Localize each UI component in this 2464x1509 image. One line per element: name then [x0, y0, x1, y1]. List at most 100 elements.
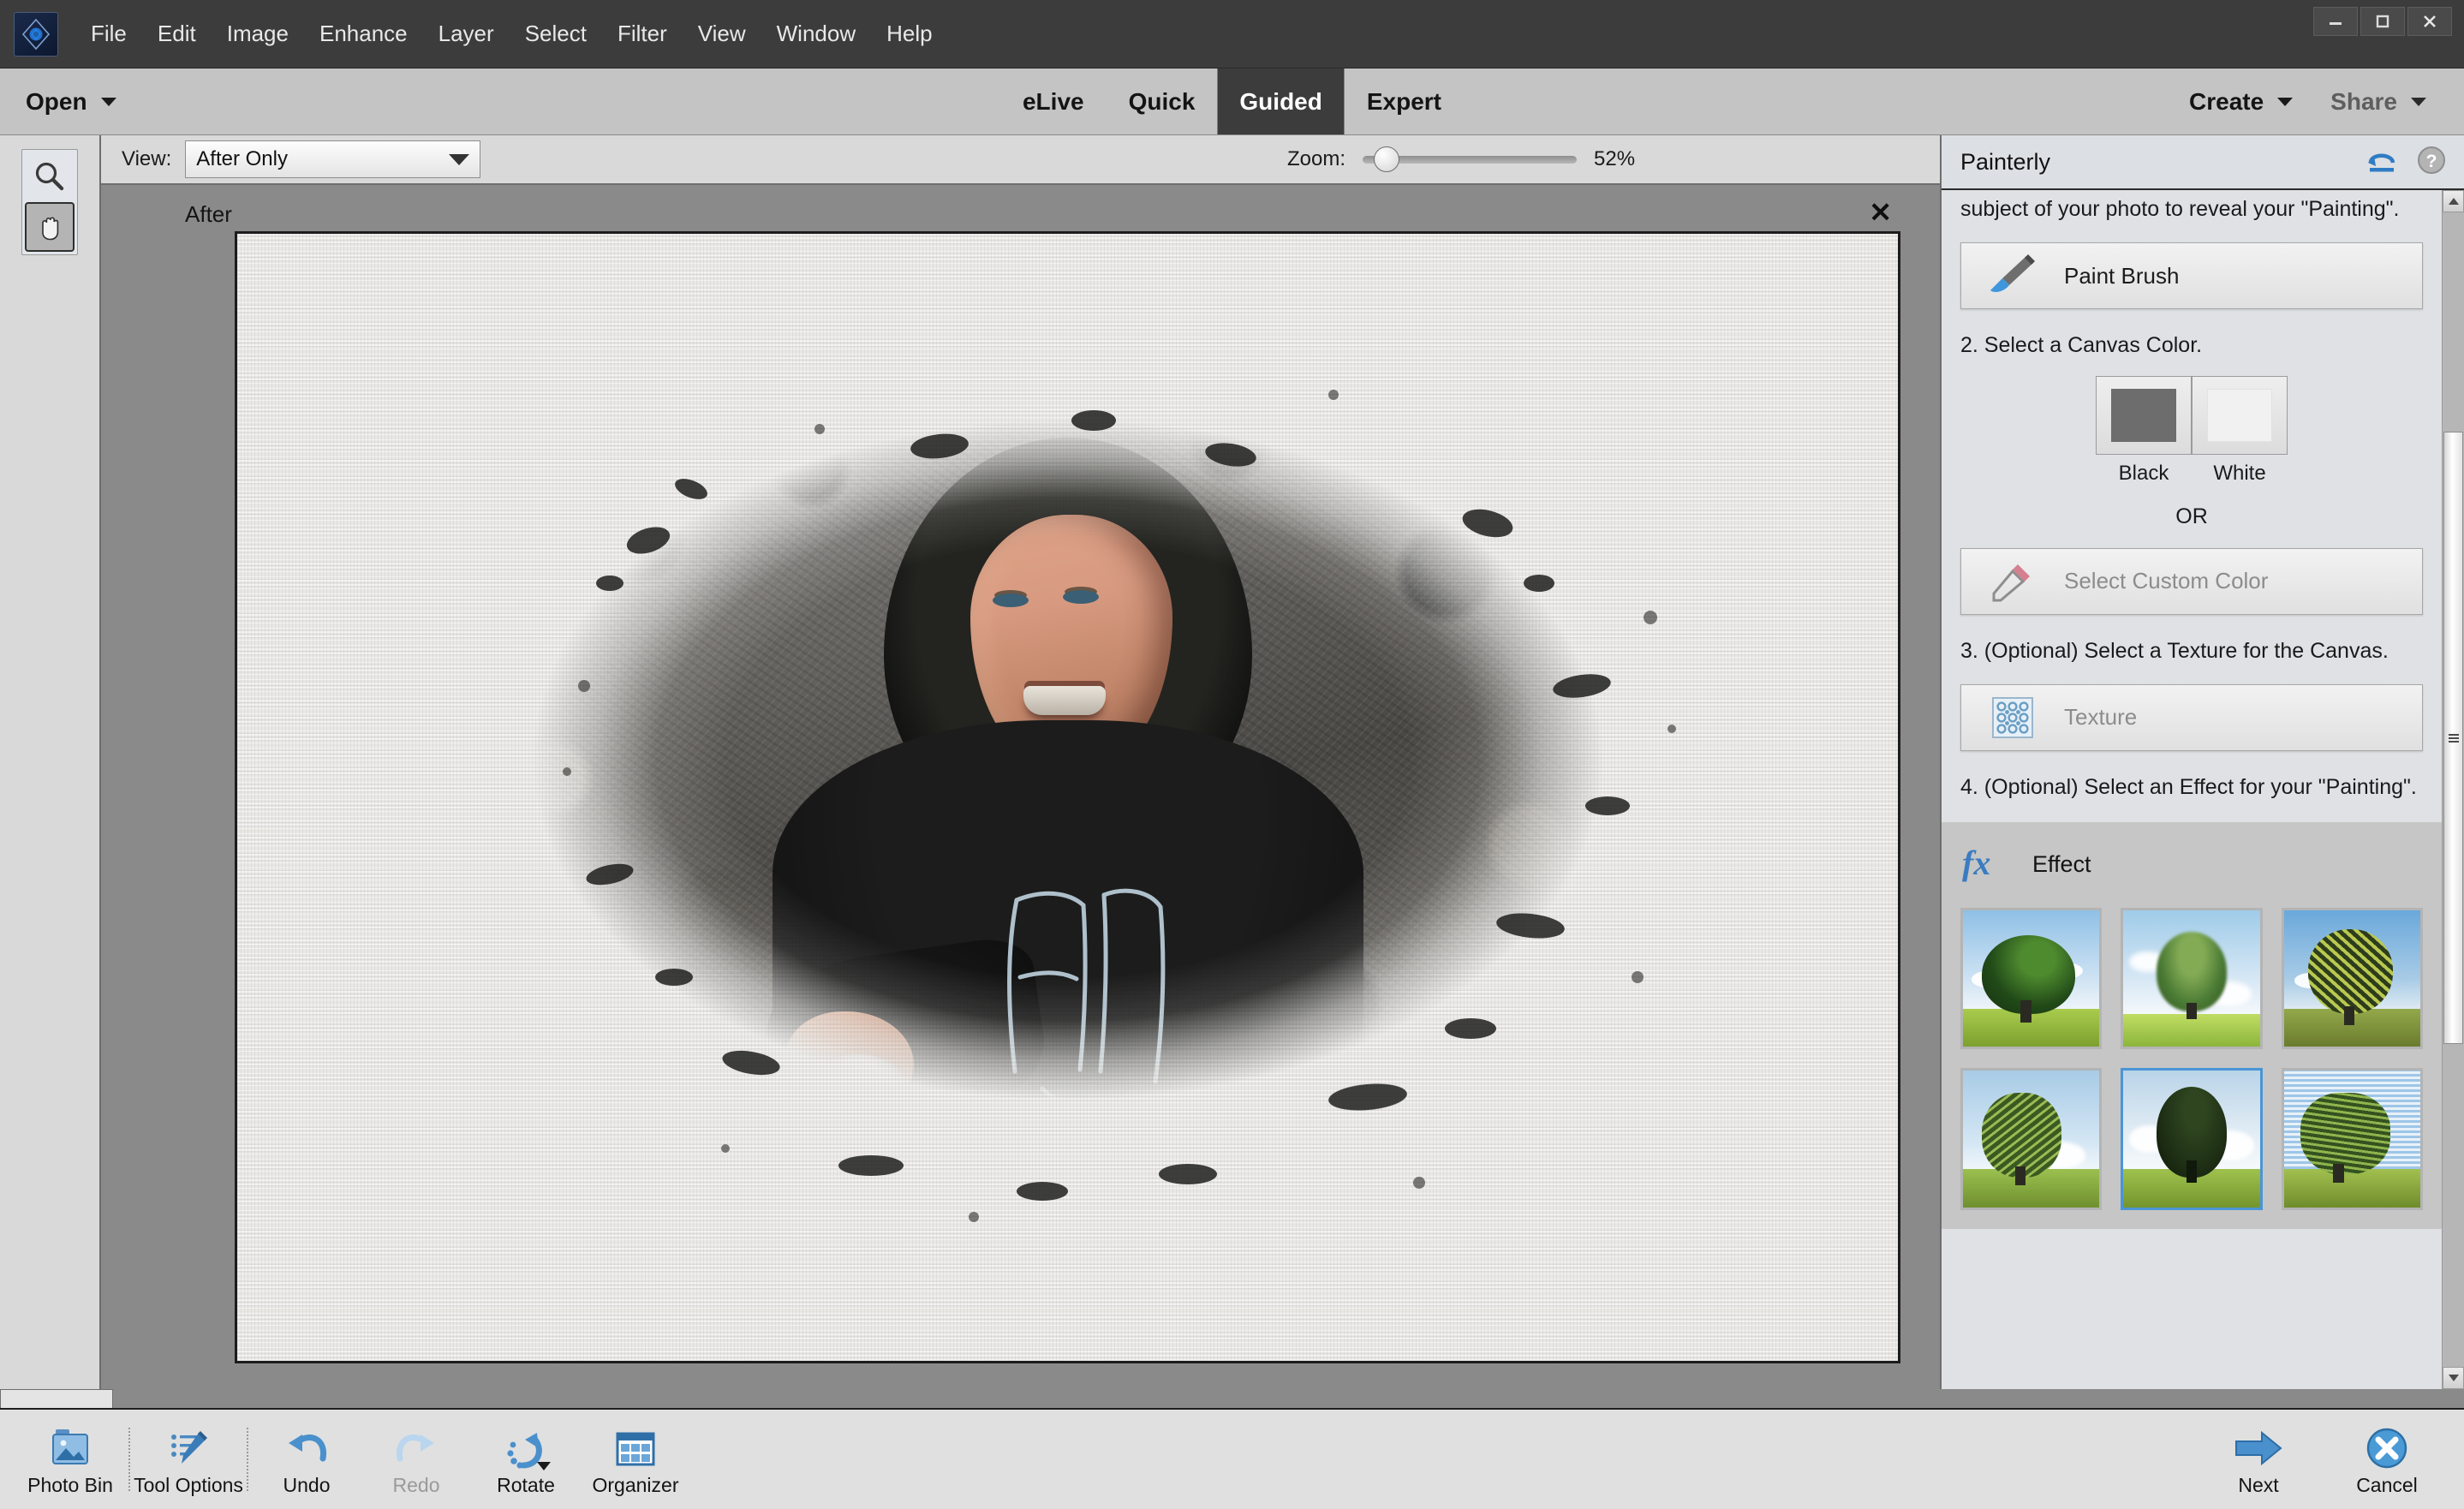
image-canvas[interactable] — [235, 231, 1900, 1363]
photo-bin-tab[interactable] — [0, 1389, 113, 1408]
rotate-icon — [501, 1423, 551, 1470]
rotate-button[interactable]: Rotate — [471, 1423, 581, 1497]
thumb-canopy — [2308, 929, 2394, 1015]
cancel-button[interactable]: Cancel — [2332, 1423, 2442, 1497]
scroll-up-arrow-icon[interactable] — [2443, 190, 2464, 212]
effect-thumb-3[interactable] — [2281, 908, 2423, 1050]
photo-bin-icon — [48, 1423, 92, 1470]
effect-thumb-6[interactable] — [2281, 1068, 2423, 1210]
effect-thumb-2[interactable] — [2121, 908, 2263, 1050]
next-button[interactable]: Next — [2204, 1423, 2313, 1497]
redo-icon — [393, 1423, 439, 1470]
thumb-trunk — [2020, 1000, 2031, 1023]
tool-box — [21, 149, 78, 255]
view-label: View: — [122, 147, 172, 170]
menu-item-image[interactable]: Image — [212, 15, 304, 52]
reset-icon[interactable] — [2365, 146, 2399, 179]
effect-thumb-1[interactable] — [1960, 908, 2103, 1050]
menu-item-select[interactable]: Select — [510, 15, 602, 52]
organizer-label: Organizer — [592, 1473, 679, 1496]
redo-button[interactable]: Redo — [361, 1423, 471, 1497]
chevron-down-icon — [2277, 97, 2294, 106]
zoom-label: Zoom: — [1286, 147, 1345, 170]
panel-scrollbar[interactable] — [2442, 190, 2464, 1389]
redo-label: Redo — [392, 1473, 440, 1496]
svg-text:fx: fx — [1962, 844, 1990, 882]
photoshop-elements-logo-icon — [14, 11, 58, 57]
subject-held-object — [810, 1054, 905, 1121]
fx-icon: fx — [1960, 842, 2014, 887]
menu-item-edit[interactable]: Edit — [142, 15, 212, 52]
close-image-icon[interactable]: ✕ — [1869, 199, 1892, 226]
step-2-label: 2. Select a Canvas Color. — [1960, 333, 2203, 358]
hand-tool[interactable] — [25, 202, 75, 252]
chevron-down-icon — [2411, 97, 2426, 106]
canvas-color-white[interactable]: White — [2192, 375, 2288, 486]
create-label: Create — [2189, 87, 2264, 115]
application-window: File Edit Image Enhance Layer Select Fil… — [0, 0, 2464, 1509]
canvas-color-white-box[interactable] — [2192, 375, 2288, 455]
effect-thumb-4[interactable] — [1960, 1068, 2103, 1210]
menu-item-view[interactable]: View — [683, 15, 761, 52]
share-button[interactable]: Share — [2313, 88, 2443, 116]
chevron-down-icon — [537, 1461, 551, 1470]
tab-expert[interactable]: Expert — [1345, 69, 1464, 134]
view-mode-select[interactable]: After Only — [185, 140, 481, 178]
menu-item-enhance[interactable]: Enhance — [304, 15, 423, 52]
tab-elive[interactable]: eLive — [1000, 69, 1107, 134]
close-button[interactable] — [2407, 7, 2452, 36]
next-label: Next — [2238, 1473, 2279, 1496]
help-icon[interactable]: ? — [2416, 145, 2447, 180]
undo-label: Undo — [283, 1473, 331, 1496]
cancel-label: Cancel — [2356, 1473, 2418, 1496]
tool-options-button[interactable]: Tool Options — [134, 1423, 243, 1497]
menu-item-filter[interactable]: Filter — [602, 15, 683, 52]
zoom-slider[interactable] — [1363, 146, 1577, 172]
select-custom-color-button[interactable]: Select Custom Color — [1960, 547, 2423, 615]
tool-options-label: Tool Options — [134, 1473, 243, 1496]
tab-guided[interactable]: Guided — [1217, 69, 1345, 134]
step-3-label: 3. (Optional) Select a Texture for the C… — [1960, 638, 2389, 663]
menu-item-layer[interactable]: Layer — [423, 15, 510, 52]
canvas-color-black-label: Black — [2118, 461, 2169, 485]
undo-button[interactable]: Undo — [252, 1423, 361, 1497]
scroll-down-arrow-icon[interactable] — [2443, 1367, 2464, 1389]
panel-title: Painterly — [1960, 148, 2051, 175]
window-controls — [2313, 7, 2452, 36]
menu-item-file[interactable]: File — [75, 15, 142, 52]
scrollbar-track[interactable] — [2443, 212, 2464, 1367]
texture-button[interactable]: Texture — [1960, 683, 2423, 751]
panel-content: subject of your photo to reveal your "Pa… — [1942, 190, 2442, 1389]
tab-quick[interactable]: Quick — [1107, 69, 1218, 134]
menu-item-help[interactable]: Help — [871, 15, 947, 52]
view-bar: View: After Only Zoom: 52% — [101, 135, 1940, 185]
menu-item-window[interactable]: Window — [761, 15, 871, 52]
photo-bin-tab-strip — [0, 1389, 2464, 1408]
canvas-color-black-box[interactable] — [2096, 375, 2192, 455]
tool-options-icon — [166, 1423, 211, 1470]
minimize-button[interactable] — [2313, 7, 2358, 36]
bottom-toolbar: Photo Bin Tool Options Undo Redo Rotate … — [0, 1408, 2464, 1509]
zoom-slider-thumb[interactable] — [1373, 146, 1399, 172]
select-custom-color-label: Select Custom Color — [2064, 568, 2269, 593]
eyedropper-icon — [1961, 558, 2064, 605]
thumb-canopy — [2300, 1092, 2390, 1175]
canvas-color-black-swatch — [2111, 388, 2176, 442]
subject-mouth — [1023, 686, 1106, 715]
zoom-tool[interactable] — [25, 152, 75, 202]
photo-bin-button[interactable]: Photo Bin — [15, 1423, 125, 1497]
paint-brush-button[interactable]: Paint Brush — [1960, 242, 2423, 310]
cancel-circle-icon — [2364, 1423, 2410, 1470]
open-button[interactable]: Open — [0, 69, 139, 134]
effect-thumb-5[interactable] — [2121, 1068, 2263, 1210]
menu-items: File Edit Image Enhance Layer Select Fil… — [75, 15, 948, 52]
create-button[interactable]: Create — [2172, 88, 2310, 116]
organizer-button[interactable]: Organizer — [581, 1423, 690, 1497]
thumb-ground — [2283, 1169, 2420, 1208]
canvas-color-black[interactable]: Black — [2096, 375, 2192, 486]
maximize-button[interactable] — [2360, 7, 2405, 36]
scrollbar-thumb[interactable] — [2443, 432, 2463, 1044]
canvas-color-white-label: White — [2213, 461, 2266, 485]
painterly-photo — [391, 326, 1745, 1268]
toolbar-divider — [247, 1428, 248, 1491]
